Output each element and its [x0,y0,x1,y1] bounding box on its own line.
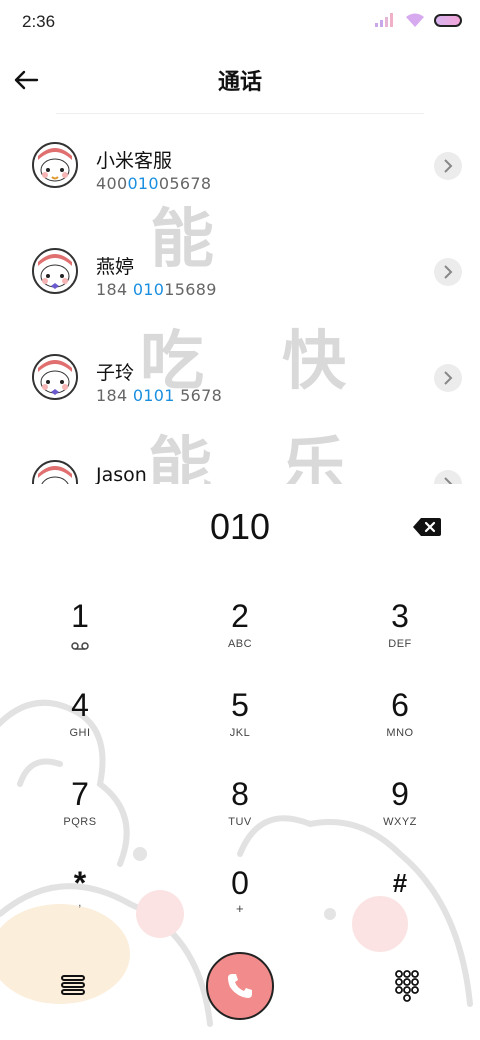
avatar [32,248,78,294]
key-letters: MNO [386,727,414,739]
key-6[interactable]: 6 MNO [340,685,460,765]
key-letters: JKL [229,727,251,739]
key-letters: WXYZ [383,816,417,828]
key-star[interactable]: * , [20,863,140,943]
key-letters: ABC [227,638,253,650]
contact-number: 184 0101 5678 [96,386,223,405]
key-0[interactable]: 0 + [180,863,300,943]
key-digit: 5 [231,687,249,723]
avatar-image [34,462,76,484]
key-digit: 3 [391,598,409,634]
voicemail-icon [71,642,89,650]
menu-button[interactable] [58,970,88,1000]
contact-name: 子玲 [96,362,135,384]
key-letters: DEF [388,638,412,650]
key-8[interactable]: 8 TUV [180,774,300,854]
chevron-right-icon [444,477,453,484]
header: 通话 [0,50,480,110]
key-letters: + [235,901,245,916]
contact-item[interactable]: 子玲 184 0101 5678 [0,328,480,434]
avatar [32,142,78,188]
key-digit: 4 [71,687,89,723]
key-4[interactable]: 4 GHI [20,685,140,765]
avatar-image [34,250,76,292]
status-icons [374,12,462,28]
key-7[interactable]: 7 PQRS [20,774,140,854]
key-hash[interactable]: # [340,863,460,943]
key-digit: 8 [231,776,249,812]
keypad-icon [395,970,419,1002]
contact-name: 燕婷 [96,256,135,278]
chevron-right-icon [444,371,453,385]
key-digit: 2 [231,598,249,634]
chevron-right-icon [444,265,453,279]
wifi-icon [406,13,424,27]
backspace-icon [413,518,441,536]
avatar-image [34,144,76,186]
key-letters: GHI [69,727,91,739]
key-3[interactable]: 3 DEF [340,596,460,676]
contact-detail-button[interactable] [434,470,462,484]
contact-number: 40001005678 [96,174,212,193]
avatar [32,354,78,400]
contact-item[interactable]: Jason [0,434,480,484]
status-bar: 2:36 [0,0,480,44]
avatar [32,460,78,484]
contact-number: 184 01015689 [96,280,217,299]
keypad-toggle-button[interactable] [392,968,422,1002]
key-digit: # [392,868,408,898]
key-1[interactable]: 1 [20,596,140,676]
phone-icon [228,974,252,998]
battery-icon [434,13,462,27]
key-2[interactable]: 2 ABC [180,596,300,676]
key-5[interactable]: 5 JKL [180,685,300,765]
status-time: 2:36 [22,12,56,31]
contact-detail-button[interactable] [434,258,462,286]
contact-detail-button[interactable] [434,152,462,180]
key-digit: 0 [231,865,249,901]
menu-icon [61,975,85,995]
contact-item[interactable]: 小米客服 40001005678 [0,116,480,222]
key-digit: 7 [71,776,89,812]
contact-name: Jason [96,464,147,484]
dialed-number[interactable]: 010 [0,506,480,548]
contact-list[interactable]: 能 吃 快 能 乐 小米客服 40001005678 燕婷 184 010156… [0,116,480,484]
page-title: 通话 [217,70,262,95]
key-digit: 1 [71,598,89,634]
chevron-right-icon [444,159,453,173]
key-letters: PQRS [63,816,97,828]
header-divider [56,113,424,114]
contact-name: 小米客服 [96,150,173,172]
contact-item[interactable]: 燕婷 184 01015689 [0,222,480,328]
call-button[interactable] [206,952,274,1020]
key-9[interactable]: 9 WXYZ [340,774,460,854]
key-digit: 6 [391,687,409,723]
avatar-image [34,356,76,398]
backspace-button[interactable] [412,516,442,538]
key-digit: 9 [391,776,409,812]
key-letters: , [78,897,82,909]
key-letters: TUV [228,816,252,828]
contact-detail-button[interactable] [434,364,462,392]
signal-icon [375,13,393,27]
